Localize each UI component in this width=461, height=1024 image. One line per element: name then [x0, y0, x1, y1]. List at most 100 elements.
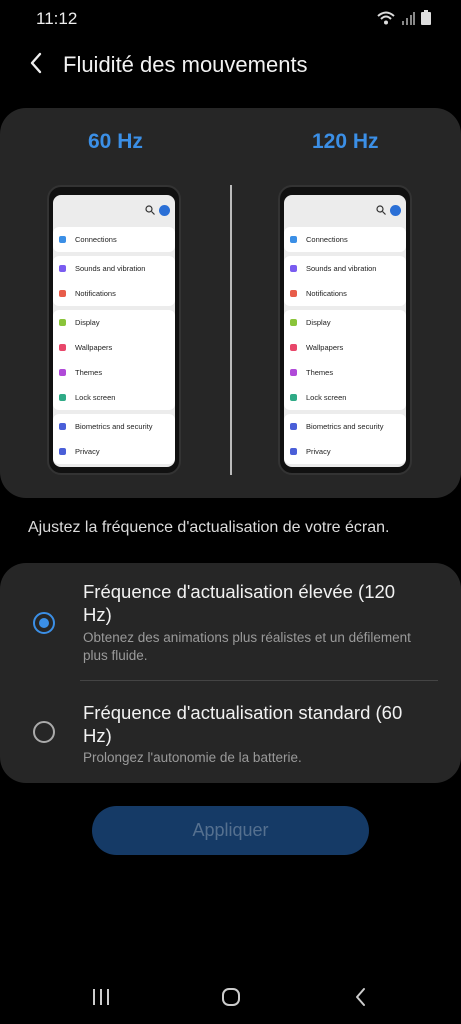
radio-button-selected[interactable]: [33, 612, 55, 634]
phone-preview-60hz: Connections Sounds and vibration Notific…: [47, 185, 181, 475]
list-item-label: Privacy: [306, 447, 331, 456]
speaker-icon: [59, 265, 66, 272]
list-item-label: Lock screen: [75, 393, 116, 402]
list-item-label: Themes: [75, 368, 103, 377]
home-icon[interactable]: [220, 986, 242, 1008]
settings-group: Connections: [53, 227, 175, 252]
list-item-label: Privacy: [75, 447, 100, 456]
list-item: Connections: [53, 227, 175, 252]
header: Fluidité des mouvements: [0, 40, 461, 90]
settings-group: Display Wallpapers Themes Lock screen: [284, 310, 406, 410]
back-arrow-icon: [30, 52, 42, 74]
lock-icon: [290, 394, 297, 401]
list-item: Biometrics and security: [284, 414, 406, 439]
list-item-label: Display: [75, 318, 100, 327]
option-title: Fréquence d'actualisation élevée (120 Hz…: [83, 581, 396, 625]
option-subtitle: Obtenez des animations plus réalistes et…: [83, 630, 411, 663]
privacy-icon: [290, 448, 297, 455]
navigation-bar: [0, 968, 461, 1024]
list-item: Themes: [284, 360, 406, 385]
option-title: Fréquence d'actualisation standard (60 H…: [83, 702, 403, 746]
status-icons: [377, 10, 431, 25]
sun-icon: [290, 319, 297, 326]
list-item-label: Sounds and vibration: [75, 264, 146, 273]
avatar-icon: [390, 205, 401, 216]
list-item: Lock screen: [53, 385, 175, 410]
phone-topbar: [284, 195, 406, 225]
brush-icon: [59, 369, 66, 376]
sun-icon: [59, 319, 66, 326]
list-item: Lock screen: [284, 385, 406, 410]
wifi-icon: [290, 236, 297, 243]
wifi-icon: [377, 11, 395, 24]
phone-topbar: [53, 195, 175, 225]
list-item-label: Notifications: [306, 289, 347, 298]
status-time: 11:12: [36, 9, 78, 28]
avatar-icon: [159, 205, 170, 216]
list-item-label: Connections: [306, 235, 348, 244]
refresh-rate-options: Fréquence d'actualisation élevée (120 Hz…: [0, 563, 461, 783]
list-item: Biometrics and security: [53, 414, 175, 439]
shield-icon: [290, 423, 297, 430]
settings-group: Sounds and vibration Notifications: [284, 256, 406, 306]
list-item: Wallpapers: [284, 335, 406, 360]
bell-icon: [290, 290, 297, 297]
recent-apps-icon[interactable]: [90, 986, 112, 1008]
list-item-label: Biometrics and security: [306, 422, 384, 431]
list-item: Display: [53, 310, 175, 335]
list-item-label: Display: [306, 318, 331, 327]
phone-screen: Connections Sounds and vibration Notific…: [53, 195, 175, 467]
phone-screen: Connections Sounds and vibration Notific…: [284, 195, 406, 467]
list-item-label: Themes: [306, 368, 334, 377]
speaker-icon: [290, 265, 297, 272]
refresh-rate-preview: 60 Hz 120 Hz Connections Sounds and vibr…: [0, 108, 461, 498]
list-item: Sounds and vibration: [284, 256, 406, 281]
option-standard-refresh[interactable]: Fréquence d'actualisation standard (60 H…: [0, 696, 461, 776]
preview-label-120hz: 120 Hz: [312, 130, 379, 153]
picture-icon: [59, 344, 66, 351]
list-item: Wallpapers: [53, 335, 175, 360]
option-subtitle: Prolongez l'autonomie de la batterie.: [83, 750, 302, 765]
list-item-label: Connections: [75, 235, 117, 244]
list-item-label: Biometrics and security: [75, 422, 153, 431]
picture-icon: [290, 344, 297, 351]
list-item-label: Wallpapers: [75, 343, 113, 352]
description-text: Ajustez la fréquence d'actualisation de …: [28, 519, 390, 536]
list-item: Notifications: [284, 281, 406, 306]
battery-icon: [421, 10, 431, 25]
bell-icon: [59, 290, 66, 297]
lock-icon: [59, 394, 66, 401]
settings-group: Biometrics and security Privacy: [284, 414, 406, 464]
brush-icon: [290, 369, 297, 376]
preview-label-60hz: 60 Hz: [88, 130, 143, 153]
list-item: Connections: [284, 227, 406, 252]
search-icon: [376, 205, 386, 215]
list-item-label: Notifications: [75, 289, 116, 298]
settings-group: Sounds and vibration Notifications: [53, 256, 175, 306]
back-button[interactable]: [22, 48, 52, 78]
status-bar: 11:12: [0, 0, 461, 38]
options-divider: [80, 680, 438, 681]
back-nav-icon[interactable]: [350, 986, 372, 1008]
phone-preview-120hz: Connections Sounds and vibration Notific…: [278, 185, 412, 475]
list-item: Themes: [53, 360, 175, 385]
option-high-refresh[interactable]: Fréquence d'actualisation élevée (120 Hz…: [0, 577, 461, 683]
shield-icon: [59, 423, 66, 430]
preview-divider: [230, 185, 232, 475]
list-item: Privacy: [53, 439, 175, 464]
settings-group: Biometrics and security Privacy: [53, 414, 175, 464]
apply-button[interactable]: Appliquer: [92, 806, 369, 855]
wifi-icon: [59, 236, 66, 243]
list-item: Privacy: [284, 439, 406, 464]
signal-icon: [402, 11, 415, 25]
privacy-icon: [59, 448, 66, 455]
page-title: Fluidité des mouvements: [63, 52, 308, 77]
list-item: Display: [284, 310, 406, 335]
settings-group: Display Wallpapers Themes Lock screen: [53, 310, 175, 410]
list-item-label: Wallpapers: [306, 343, 344, 352]
list-item: Sounds and vibration: [53, 256, 175, 281]
radio-button[interactable]: [33, 721, 55, 743]
list-item: Notifications: [53, 281, 175, 306]
settings-group: Connections: [284, 227, 406, 252]
search-icon: [145, 205, 155, 215]
